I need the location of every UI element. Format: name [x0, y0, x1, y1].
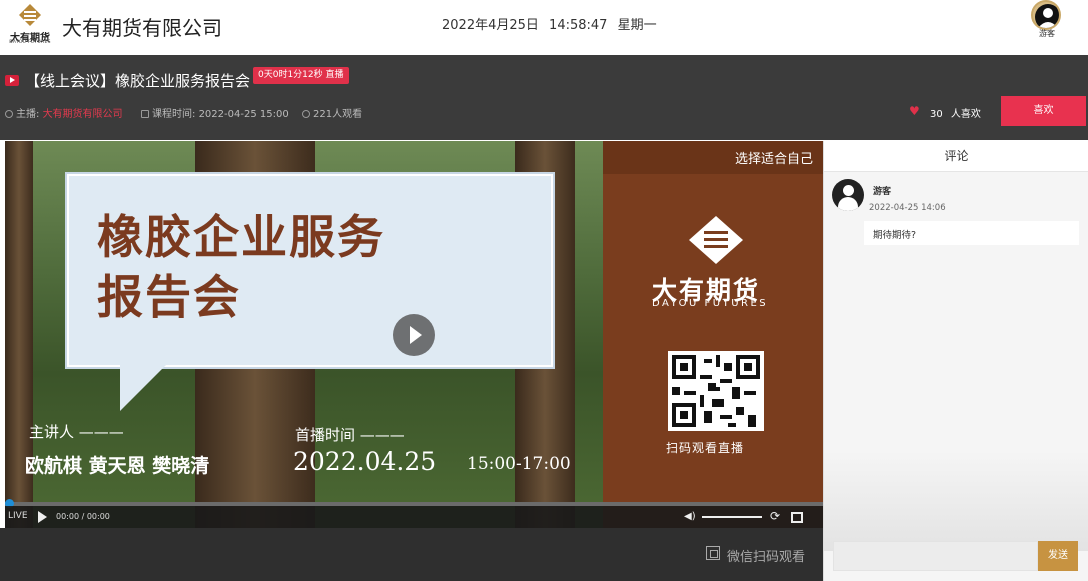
speaker-names: 欧航棋 黄天恩 樊晓清	[25, 455, 210, 477]
user-name: 游客	[1039, 29, 1055, 38]
qr-caption: 扫码观看直播	[666, 441, 745, 455]
premiere-date: 2022.04.25	[293, 447, 437, 476]
viewer-info: 221人观看	[302, 105, 362, 120]
heart-icon: ♥	[909, 104, 920, 118]
play-button[interactable]	[393, 314, 435, 356]
volume-icon[interactable]: ◀)	[684, 511, 696, 522]
user-avatar-icon	[1035, 4, 1059, 28]
top-header: 大有期货 DAYOU FUTURES 大有期货有限公司 2022年4月25日 1…	[0, 0, 1088, 55]
comments-panel: 评论 游客 2022-04-25 14:06 期待期待? 发送	[823, 141, 1088, 581]
video-live-icon	[5, 75, 19, 86]
wechat-scan-link[interactable]: 微信扫码观看	[727, 546, 805, 565]
brand-panel-top: 选择适合自己	[603, 141, 823, 174]
company-name: 大有期货有限公司	[62, 16, 222, 40]
host-info: 主播: 大有期货有限公司	[5, 105, 123, 120]
poster-bubble-tail	[120, 365, 166, 411]
comments-header: 评论	[824, 141, 1088, 172]
premiere-label: 首播时间 ———	[295, 426, 405, 444]
logo-diamond-icon	[19, 4, 41, 26]
send-button[interactable]: 发送	[1038, 541, 1078, 571]
logo-text-en: DAYOU FUTURES	[9, 40, 51, 45]
player-controls: LIVE 00:00 / 00:00 ◀) ⟳	[5, 506, 823, 528]
comment-text: 期待期待?	[864, 221, 1079, 245]
like-count-number: 30	[930, 109, 943, 120]
user-avatar[interactable]	[1031, 0, 1061, 30]
like-count: 30 人喜欢	[930, 105, 981, 120]
refresh-icon[interactable]: ⟳	[770, 509, 780, 523]
poster-headline-line1: 橡胶企业服务	[97, 210, 385, 264]
poster-brand-panel: 选择适合自己 大有期货 DAYOU FUTURES 扫码观看直播	[603, 141, 823, 528]
calendar-icon	[141, 110, 149, 118]
video-bottom-bar: 微信扫码观看	[0, 528, 823, 581]
comment-user: 游客	[873, 187, 892, 197]
like-button[interactable]: 喜欢	[1001, 96, 1086, 126]
comments-fade	[824, 451, 1088, 551]
live-status-badge: 0天0时1分12秒 直播	[253, 67, 349, 84]
qr-scan-icon[interactable]	[706, 546, 720, 560]
qr-code	[668, 351, 764, 431]
course-time-label: 课程时间:	[152, 109, 196, 120]
premiere-hours: 15:00-17:00	[467, 454, 571, 474]
host-name[interactable]: 大有期货有限公司	[43, 109, 123, 120]
brand-name-en: DAYOU FUTURES	[652, 298, 769, 309]
host-icon	[5, 110, 13, 118]
course-time-value: 2022-04-25 15:00	[198, 109, 289, 120]
company-logo[interactable]: 大有期货 DAYOU FUTURES	[6, 3, 54, 45]
current-weekday: 星期一	[617, 18, 657, 33]
current-datetime: 2022年4月25日 14:58:47 星期一	[442, 14, 663, 33]
current-time: 14:58:47	[549, 18, 608, 33]
control-play-icon[interactable]	[38, 511, 47, 523]
eye-icon	[302, 110, 310, 118]
brand-choose-text: 选择适合自己	[735, 152, 814, 167]
qr-code-icon	[672, 355, 760, 427]
comment-avatar	[832, 179, 864, 211]
host-label: 主播:	[16, 109, 40, 120]
poster-headline-line2: 报告会	[97, 270, 241, 324]
current-date: 2022年4月25日	[442, 18, 539, 33]
fullscreen-icon[interactable]	[791, 512, 803, 523]
like-count-label: 人喜欢	[950, 109, 981, 120]
volume-slider[interactable]	[702, 516, 762, 518]
comment-time: 2022-04-25 14:06	[869, 203, 946, 213]
video-player[interactable]: 橡胶企业服务 报告会 主讲人 ——— 欧航棋 黄天恩 樊晓清 首播时间 ——— …	[5, 141, 823, 528]
speaker-label: 主讲人 ———	[29, 423, 124, 441]
viewer-count: 221人观看	[313, 109, 363, 120]
live-label: LIVE	[8, 511, 28, 521]
time-display: 00:00 / 00:00	[56, 512, 110, 521]
course-time-info: 课程时间: 2022-04-25 15:00	[141, 105, 289, 120]
session-title: 【线上会议】橡胶企业服务报告会	[25, 72, 251, 90]
comment-input[interactable]	[833, 541, 1038, 571]
brand-logo-icon	[689, 216, 743, 264]
session-info-bar: 【线上会议】橡胶企业服务报告会 0天0时1分12秒 直播 主播: 大有期货有限公…	[0, 55, 1088, 140]
